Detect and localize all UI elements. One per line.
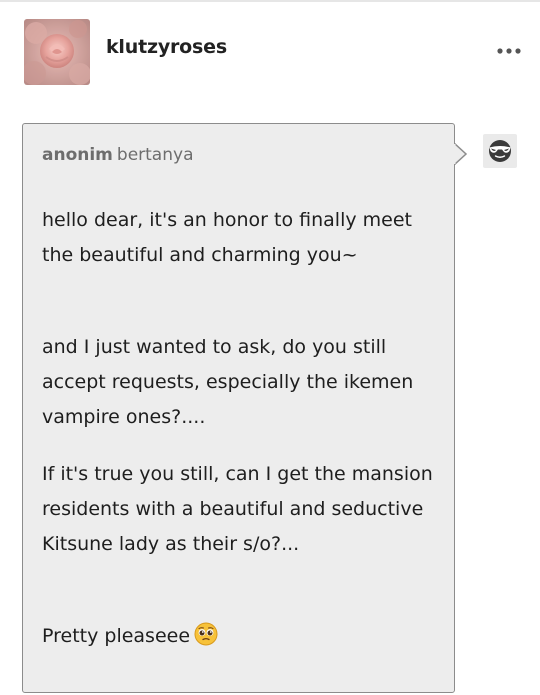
ask-bubble-pointer bbox=[454, 143, 468, 165]
ask-paragraph-text: Pretty pleaseee bbox=[42, 625, 191, 647]
asker-name: anonim bbox=[42, 145, 113, 165]
ask-paragraph: and I just wanted to ask, do you still a… bbox=[42, 336, 414, 428]
ask-paragraph: If it's true you still, can I get the ma… bbox=[42, 463, 433, 555]
ask-paragraph: hello dear, it's an honor to finally mee… bbox=[42, 209, 412, 266]
ask-paragraph-last: Pretty pleaseee bbox=[42, 619, 437, 658]
post-username[interactable]: klutzyroses bbox=[106, 36, 227, 58]
anonymous-sunglasses-icon bbox=[483, 134, 517, 168]
top-divider bbox=[0, 0, 540, 2]
rose-avatar-image bbox=[24, 19, 90, 85]
asker-line: anonim bertanya bbox=[42, 145, 193, 165]
avatar[interactable] bbox=[24, 19, 90, 85]
ellipsis-icon[interactable] bbox=[496, 43, 522, 57]
pleading-face-emoji bbox=[194, 622, 218, 658]
asker-verb: bertanya bbox=[116, 145, 194, 165]
